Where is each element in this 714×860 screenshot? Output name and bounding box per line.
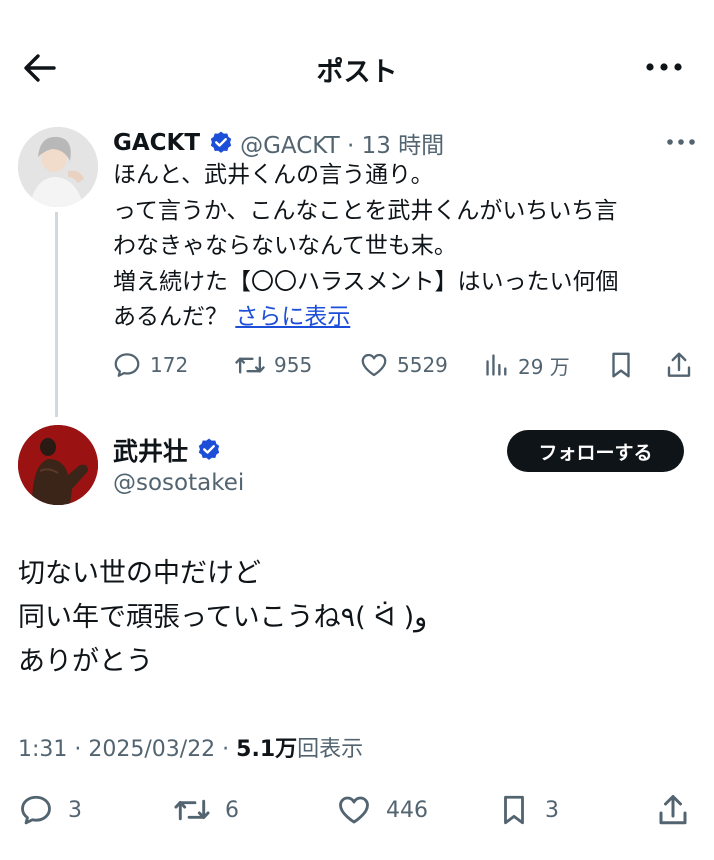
main-tweet-text: 切ない世の中だけど 同い年で頑張っていこうね٩( ᐛ )و ありがとう xyxy=(18,552,698,684)
tweet-text-tail: あるんだ？ xyxy=(113,304,228,330)
bookmark-action[interactable]: 3 xyxy=(497,790,559,830)
verified-badge-icon xyxy=(210,131,232,153)
post-timestamp[interactable]: 1:31 · 2025/03/22 · xyxy=(18,737,236,762)
bookmark-count: 3 xyxy=(545,797,559,823)
bookmark-icon xyxy=(612,352,630,378)
top-bar: ポスト xyxy=(0,0,714,130)
quoted-user-line: GACKT @GACKT · 13 時間 xyxy=(113,125,444,161)
repost-icon xyxy=(174,799,210,821)
post-views-count: 5.1万 xyxy=(236,737,298,762)
tweet-text-line: 同い年で頑張っていこうね٩( ᐛ )و xyxy=(18,602,428,633)
reply-count: 3 xyxy=(68,797,82,823)
bookmark-icon xyxy=(504,795,524,825)
main-display-name[interactable]: 武井壮 xyxy=(113,432,188,468)
follow-button[interactable]: フォローする xyxy=(507,430,684,472)
reply-stat[interactable]: 172 xyxy=(112,348,188,382)
reply-action[interactable]: 3 xyxy=(18,790,82,830)
show-more-link[interactable]: さらに表示 xyxy=(235,304,350,330)
bookmark-button[interactable] xyxy=(606,348,636,382)
more-horizontal-icon xyxy=(646,63,682,71)
share-action[interactable] xyxy=(655,790,691,830)
timestamp-row: 1:31 · 2025/03/22 · 5.1万回表示 xyxy=(18,731,363,763)
more-horizontal-icon xyxy=(667,139,695,145)
share-icon xyxy=(667,352,691,377)
like-count: 5529 xyxy=(397,353,448,377)
quoted-tweet-text: ほんと、武井くんの言う通り。 って言うか、こんなことを武井くんがいちいち言 わな… xyxy=(113,158,703,336)
reply-icon xyxy=(21,795,51,825)
views-stat[interactable]: 29 万 xyxy=(484,348,570,382)
tweet-more-button[interactable] xyxy=(664,130,698,154)
main-user-line: 武井壮 xyxy=(113,430,222,470)
heart-icon xyxy=(339,796,369,824)
avatar-sosotakei[interactable] xyxy=(18,425,98,505)
avatar-gackt[interactable] xyxy=(18,127,98,207)
repost-count: 955 xyxy=(274,353,313,377)
more-options-button[interactable] xyxy=(640,52,690,82)
like-action[interactable]: 446 xyxy=(336,790,428,830)
share-icon xyxy=(659,795,687,825)
thread-connector-line xyxy=(55,212,58,417)
avatar-photo xyxy=(18,127,98,207)
repost-stat[interactable]: 955 xyxy=(234,348,312,382)
repost-action[interactable]: 6 xyxy=(173,790,239,830)
avatar-photo xyxy=(18,425,98,505)
main-handle[interactable]: @sosotakei xyxy=(113,470,244,496)
share-button[interactable] xyxy=(664,348,694,382)
repost-icon xyxy=(235,356,265,374)
tweet-text-line: って言うか、こんなことを武井くんがいちいち言 xyxy=(113,197,618,224)
like-stat[interactable]: 5529 xyxy=(359,348,448,382)
views-count: 29 万 xyxy=(518,354,570,379)
like-count: 446 xyxy=(386,797,428,823)
tweet-text-line: ほんと、武井くんの言う通り。 xyxy=(113,162,434,188)
tweet-text-line: ありがとう xyxy=(18,646,153,677)
reply-count: 172 xyxy=(150,353,189,377)
tweet-text-line: 増え続けた【〇〇ハラスメント】はいったい何個 xyxy=(113,268,619,295)
quoted-handle-time[interactable]: @GACKT · 13 時間 xyxy=(240,126,444,160)
post-views-label: 回表示 xyxy=(297,737,364,762)
tweet-text-line: あるんだ？ さらに表示 xyxy=(113,300,703,336)
repost-count: 6 xyxy=(225,797,239,823)
tweet-text-line: 切ない世の中だけど xyxy=(18,558,261,589)
heart-icon xyxy=(361,353,387,377)
page-title: ポスト xyxy=(316,57,398,88)
quoted-display-name[interactable]: GACKT xyxy=(113,130,200,156)
tweet-text-line: わなきゃならないなんて世も末。 xyxy=(113,233,457,259)
analytics-icon xyxy=(486,354,507,376)
verified-badge-icon xyxy=(198,438,220,460)
reply-icon xyxy=(114,353,140,377)
